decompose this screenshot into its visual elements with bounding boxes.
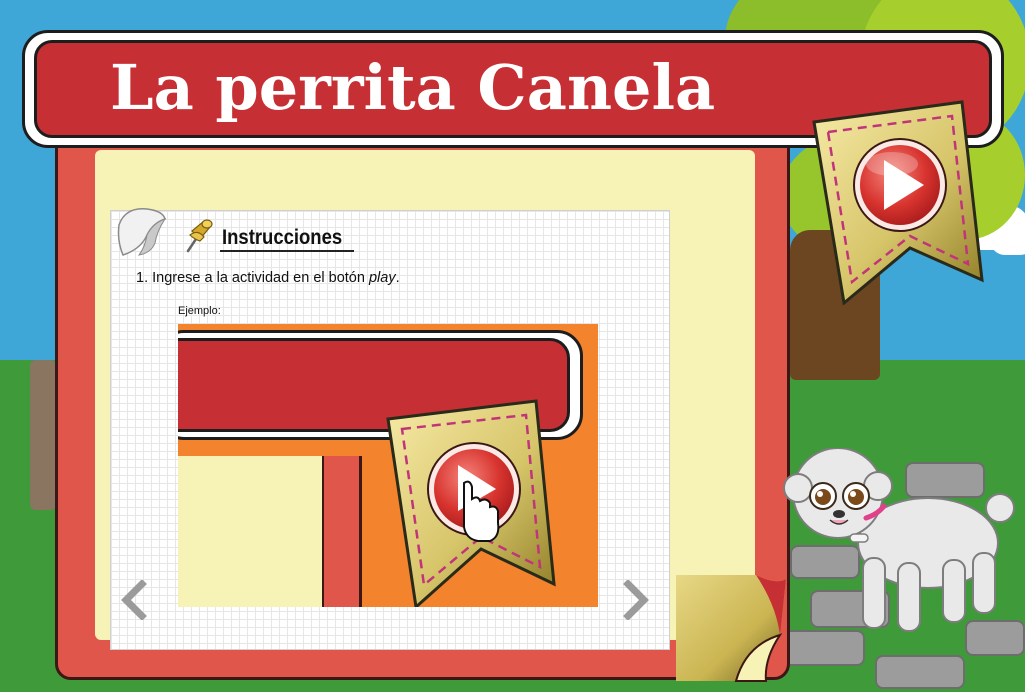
- example-screenshot: [178, 324, 598, 607]
- step-text-emphasis: play: [368, 270, 396, 286]
- step-text-end: .: [395, 270, 400, 286]
- example-panel: [178, 456, 322, 607]
- heading-underline: [220, 250, 354, 252]
- poodle-character: [783, 448, 1015, 632]
- fence-post: [30, 360, 56, 510]
- play-button[interactable]: [812, 100, 984, 305]
- step-text: Ingrese a la actividad en el botón: [152, 270, 369, 286]
- page-title: La perrita Canela: [110, 51, 716, 124]
- instructions-heading: Instrucciones: [222, 226, 343, 249]
- example-label: Ejemplo:: [178, 305, 221, 317]
- chevron-right-icon[interactable]: [618, 580, 652, 620]
- instruction-step: 1. Ingrese a la actividad en el botón pl…: [136, 270, 400, 286]
- path-stone: [875, 655, 965, 689]
- chevron-left-icon[interactable]: [118, 580, 152, 620]
- page-curl-icon[interactable]: [676, 575, 788, 685]
- pushpin-icon: [186, 219, 213, 253]
- example-frame-strip: [322, 456, 362, 607]
- example-play-ribbon: [386, 399, 556, 607]
- step-number: 1.: [136, 270, 149, 286]
- paper-curl-icon: [117, 208, 167, 256]
